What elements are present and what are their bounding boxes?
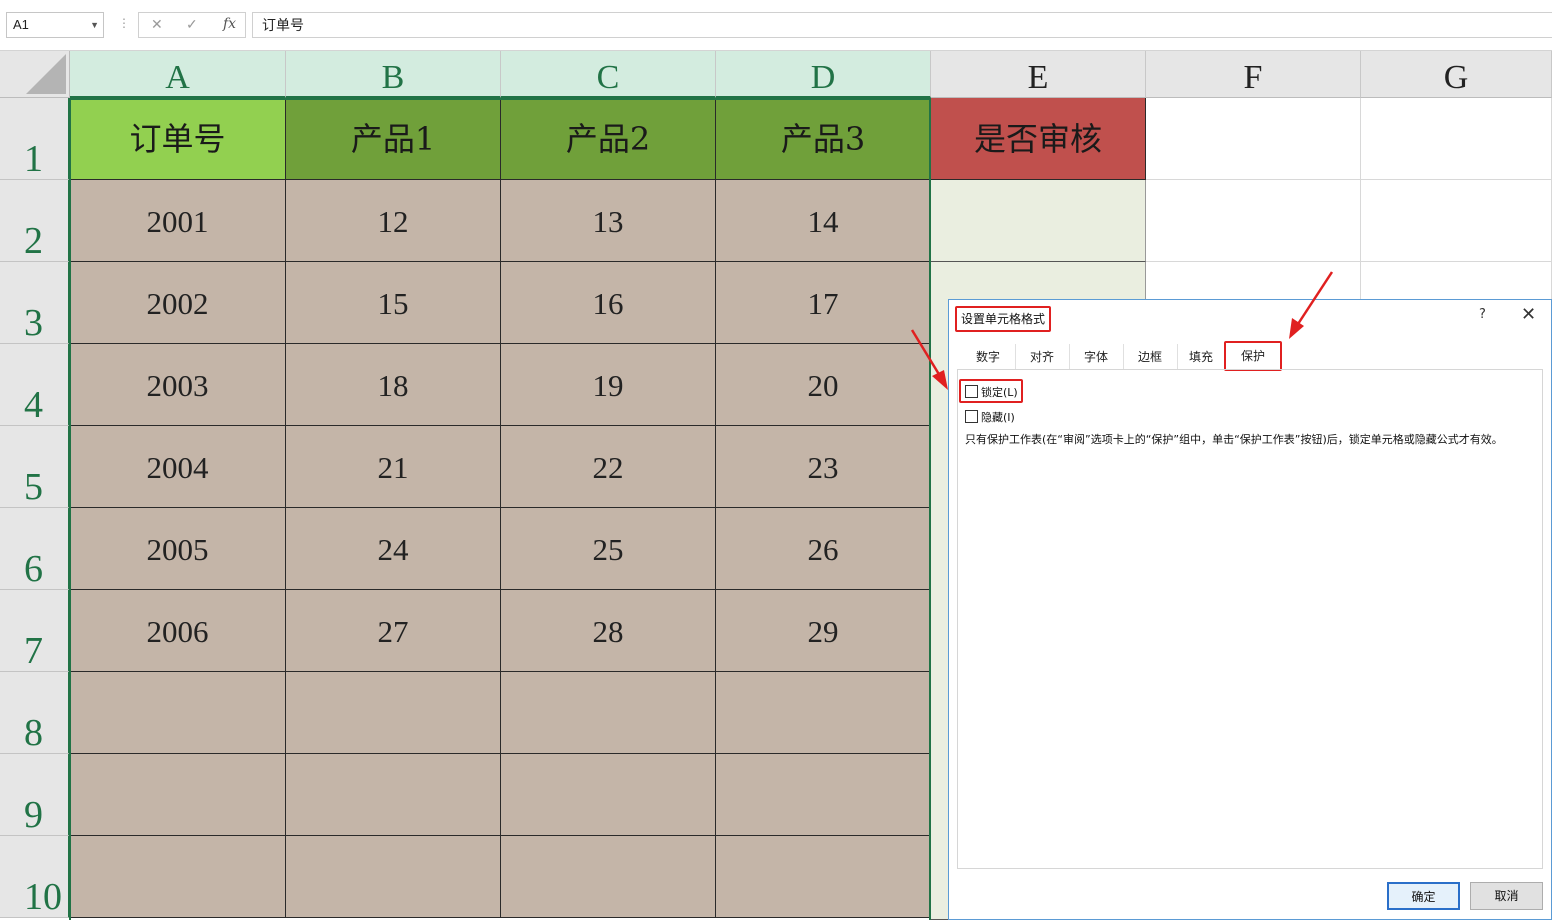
cell-c4[interactable]: 19 <box>501 344 716 426</box>
cell-b6[interactable]: 24 <box>286 508 501 590</box>
hidden-checkbox[interactable] <box>965 410 978 423</box>
cell-a3[interactable]: 2002 <box>70 262 286 344</box>
cell-b8[interactable] <box>286 672 501 754</box>
cancel-icon[interactable]: ✕ <box>151 16 163 33</box>
cell-a6[interactable]: 2005 <box>70 508 286 590</box>
cell-e2[interactable] <box>931 180 1146 262</box>
row-header-9[interactable]: 9 <box>0 754 70 836</box>
cell-b5[interactable]: 21 <box>286 426 501 508</box>
cell-a7[interactable]: 2006 <box>70 590 286 672</box>
chevron-down-icon[interactable]: ▼ <box>90 13 99 37</box>
column-header-d[interactable]: D <box>716 51 931 98</box>
cell-g2[interactable] <box>1361 180 1552 262</box>
name-box[interactable]: A1 ▼ <box>6 12 104 38</box>
cell-a1[interactable]: 订单号 <box>70 98 286 180</box>
formula-buttons: ✕ ✓ fx <box>138 12 246 38</box>
cell-d8[interactable] <box>716 672 931 754</box>
cell-c8[interactable] <box>501 672 716 754</box>
row-header-4[interactable]: 4 <box>0 344 70 426</box>
dialog-title: 设置单元格格式 <box>955 306 1052 332</box>
cell-c2[interactable]: 13 <box>501 180 716 262</box>
function-icon[interactable]: fx <box>223 16 236 32</box>
column-header-c[interactable]: C <box>501 51 716 98</box>
cell-c5[interactable]: 22 <box>501 426 716 508</box>
tab-font[interactable]: 字体 <box>1069 344 1124 370</box>
cell-d5[interactable]: 23 <box>716 426 931 508</box>
cell-b4[interactable]: 18 <box>286 344 501 426</box>
format-cells-dialog: 设置单元格格式 ? ✕ 数字 对齐 字体 边框 填充 保护 锁定(L) 隐藏(I… <box>948 299 1552 920</box>
cell-b2[interactable]: 12 <box>286 180 501 262</box>
more-icon: ⋮ <box>118 16 130 30</box>
formula-input[interactable]: 订单号 <box>252 12 1552 38</box>
cell-c3[interactable]: 16 <box>501 262 716 344</box>
cell-b1[interactable]: 产品1 <box>286 98 501 180</box>
row-header-10[interactable]: 10 <box>0 836 70 918</box>
column-header-e[interactable]: E <box>931 51 1146 98</box>
column-header-g[interactable]: G <box>1361 51 1552 98</box>
row-header-3[interactable]: 3 <box>0 262 70 344</box>
cell-a4[interactable]: 2003 <box>70 344 286 426</box>
row-header-1[interactable]: 1 <box>0 98 70 180</box>
column-header-a[interactable]: A <box>70 51 286 98</box>
row-header-2[interactable]: 2 <box>0 180 70 262</box>
cell-c6[interactable]: 25 <box>501 508 716 590</box>
cancel-button[interactable]: 取消 <box>1470 882 1543 910</box>
cell-d4[interactable]: 20 <box>716 344 931 426</box>
row-header-6[interactable]: 6 <box>0 508 70 590</box>
cell-f1[interactable] <box>1146 98 1361 180</box>
name-box-value: A1 <box>13 17 29 32</box>
cell-d3[interactable]: 17 <box>716 262 931 344</box>
select-all-corner[interactable] <box>0 51 70 98</box>
cell-f2[interactable] <box>1146 180 1361 262</box>
cell-d6[interactable]: 26 <box>716 508 931 590</box>
cell-b10[interactable] <box>286 836 501 918</box>
row-header-5[interactable]: 5 <box>0 426 70 508</box>
cell-b7[interactable]: 27 <box>286 590 501 672</box>
protection-note: 只有保护工作表(在“审阅”选项卡上的“保护”组中，单击“保护工作表”按钮)后，锁… <box>965 433 1503 446</box>
ok-button[interactable]: 确定 <box>1387 882 1460 910</box>
cell-b3[interactable]: 15 <box>286 262 501 344</box>
cell-c9[interactable] <box>501 754 716 836</box>
locked-checkbox[interactable] <box>965 385 978 398</box>
cell-d7[interactable]: 29 <box>716 590 931 672</box>
row-header-7[interactable]: 7 <box>0 590 70 672</box>
tab-number[interactable]: 数字 <box>961 344 1016 370</box>
cell-c7[interactable]: 28 <box>501 590 716 672</box>
cell-a2[interactable]: 2001 <box>70 180 286 262</box>
cell-d10[interactable] <box>716 836 931 918</box>
locked-label[interactable]: 锁定(L) <box>981 384 1018 400</box>
cell-d2[interactable]: 14 <box>716 180 931 262</box>
cell-c10[interactable] <box>501 836 716 918</box>
formula-bar: A1 ▼ ⋮ ✕ ✓ fx 订单号 <box>0 0 1552 51</box>
cell-a10[interactable] <box>70 836 286 918</box>
tab-protection[interactable]: 保护 <box>1224 341 1282 371</box>
cell-c1[interactable]: 产品2 <box>501 98 716 180</box>
column-header-f[interactable]: F <box>1146 51 1361 98</box>
check-icon[interactable]: ✓ <box>186 16 198 33</box>
cell-d1[interactable]: 产品3 <box>716 98 931 180</box>
cell-a9[interactable] <box>70 754 286 836</box>
cell-b9[interactable] <box>286 754 501 836</box>
tab-fill[interactable]: 填充 <box>1177 344 1225 370</box>
tab-alignment[interactable]: 对齐 <box>1015 344 1070 370</box>
cell-e1[interactable]: 是否审核 <box>931 98 1146 180</box>
tab-border[interactable]: 边框 <box>1123 344 1178 370</box>
close-icon[interactable]: ✕ <box>1521 304 1536 325</box>
help-icon[interactable]: ? <box>1479 307 1486 322</box>
hidden-label[interactable]: 隐藏(I) <box>981 409 1015 425</box>
row-header-8[interactable]: 8 <box>0 672 70 754</box>
cell-d9[interactable] <box>716 754 931 836</box>
cell-g1[interactable] <box>1361 98 1552 180</box>
cell-a8[interactable] <box>70 672 286 754</box>
column-header-b[interactable]: B <box>286 51 501 98</box>
cell-a5[interactable]: 2004 <box>70 426 286 508</box>
